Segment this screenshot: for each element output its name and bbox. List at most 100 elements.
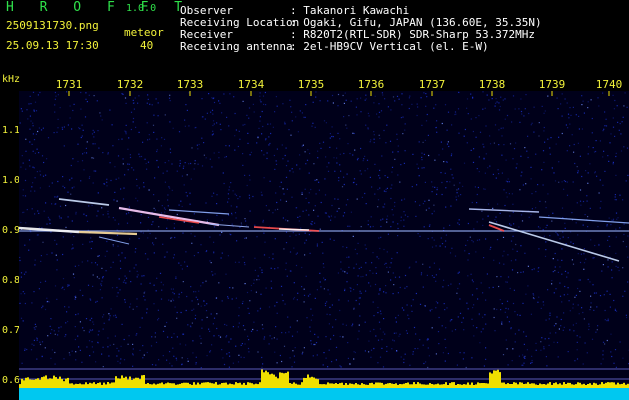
noise-pixel [574, 360, 576, 362]
noise-pixel [611, 277, 613, 279]
noise-pixel [358, 303, 360, 305]
y-tick-label: 0.8 [2, 275, 21, 286]
noise-pixel [97, 334, 99, 336]
noise-pixel [305, 275, 307, 277]
power-bar [513, 382, 515, 388]
noise-pixel [404, 274, 407, 277]
noise-pixel [235, 345, 237, 347]
noise-pixel [178, 262, 180, 264]
noise-pixel [85, 215, 87, 217]
noise-pixel [290, 270, 292, 272]
noise-pixel [29, 141, 31, 143]
power-bar [543, 384, 545, 388]
noise-pixel [554, 270, 556, 272]
noise-pixel [289, 357, 291, 359]
noise-pixel [579, 189, 582, 191]
noise-pixel [376, 256, 378, 258]
noise-pixel [329, 314, 331, 316]
noise-pixel [268, 209, 270, 211]
noise-pixel [433, 276, 435, 278]
noise-pixel [219, 102, 221, 104]
noise-pixel [236, 240, 238, 242]
noise-pixel [609, 245, 611, 247]
noise-pixel [263, 154, 265, 156]
noise-pixel [611, 219, 613, 221]
noise-pixel [66, 91, 68, 93]
noise-pixel [511, 121, 513, 123]
noise-pixel [394, 201, 396, 204]
noise-pixel [597, 97, 599, 99]
noise-pixel [176, 213, 178, 216]
noise-pixel [228, 189, 230, 191]
noise-pixel [292, 232, 294, 234]
noise-pixel [514, 333, 516, 335]
noise-pixel [421, 156, 423, 158]
noise-pixel [567, 351, 569, 353]
noise-pixel [252, 103, 254, 105]
noise-pixel [112, 245, 114, 247]
noise-pixel [612, 163, 614, 165]
power-bar [385, 383, 387, 388]
noise-pixel [403, 211, 405, 213]
noise-pixel [431, 237, 433, 239]
noise-pixel [356, 114, 358, 116]
noise-pixel [146, 308, 148, 310]
noise-pixel [559, 295, 562, 297]
noise-pixel [162, 330, 165, 332]
noise-pixel [412, 153, 414, 155]
noise-pixel [485, 153, 487, 155]
noise-pixel [282, 300, 284, 302]
power-bar [217, 384, 219, 388]
noise-pixel [573, 330, 575, 332]
noise-pixel [473, 304, 475, 306]
power-bar [201, 382, 203, 388]
noise-pixel [305, 239, 307, 241]
noise-pixel [378, 111, 381, 113]
noise-pixel [63, 358, 65, 360]
noise-pixel [299, 110, 301, 112]
noise-pixel [495, 102, 497, 104]
noise-pixel [228, 366, 230, 368]
power-bar [549, 382, 551, 388]
noise-pixel [85, 318, 88, 320]
noise-pixel [346, 256, 348, 258]
noise-pixel [489, 143, 492, 145]
power-bar [259, 382, 261, 388]
noise-pixel [73, 277, 75, 279]
noise-pixel [545, 249, 547, 251]
noise-pixel [195, 356, 197, 358]
noise-pixel [336, 157, 338, 159]
noise-pixel [72, 109, 74, 112]
noise-pixel [54, 239, 56, 241]
noise-pixel [564, 222, 566, 224]
noise-pixel [477, 186, 479, 189]
noise-pixel [510, 328, 512, 330]
noise-pixel [157, 319, 159, 321]
noise-pixel [285, 147, 287, 149]
noise-pixel [176, 311, 178, 314]
noise-pixel [108, 313, 110, 315]
noise-pixel [149, 103, 151, 105]
noise-pixel [213, 192, 215, 194]
noise-pixel [361, 196, 363, 198]
noise-pixel [496, 101, 498, 103]
noise-pixel [551, 167, 553, 170]
power-bar [477, 382, 479, 388]
noise-pixel [556, 97, 558, 99]
noise-pixel [604, 343, 606, 345]
noise-pixel [67, 124, 69, 126]
noise-pixel [65, 322, 67, 324]
noise-pixel [603, 150, 605, 152]
noise-pixel [26, 348, 28, 351]
noise-pixel [587, 172, 589, 174]
noise-pixel [56, 243, 58, 245]
noise-pixel [428, 225, 431, 227]
noise-pixel [566, 181, 568, 183]
noise-pixel [194, 160, 196, 162]
noise-pixel [557, 234, 559, 236]
noise-pixel [326, 301, 328, 303]
noise-pixel [128, 212, 130, 214]
noise-pixel [154, 177, 156, 179]
power-bar [297, 384, 299, 388]
meteor-trace [278, 228, 310, 231]
